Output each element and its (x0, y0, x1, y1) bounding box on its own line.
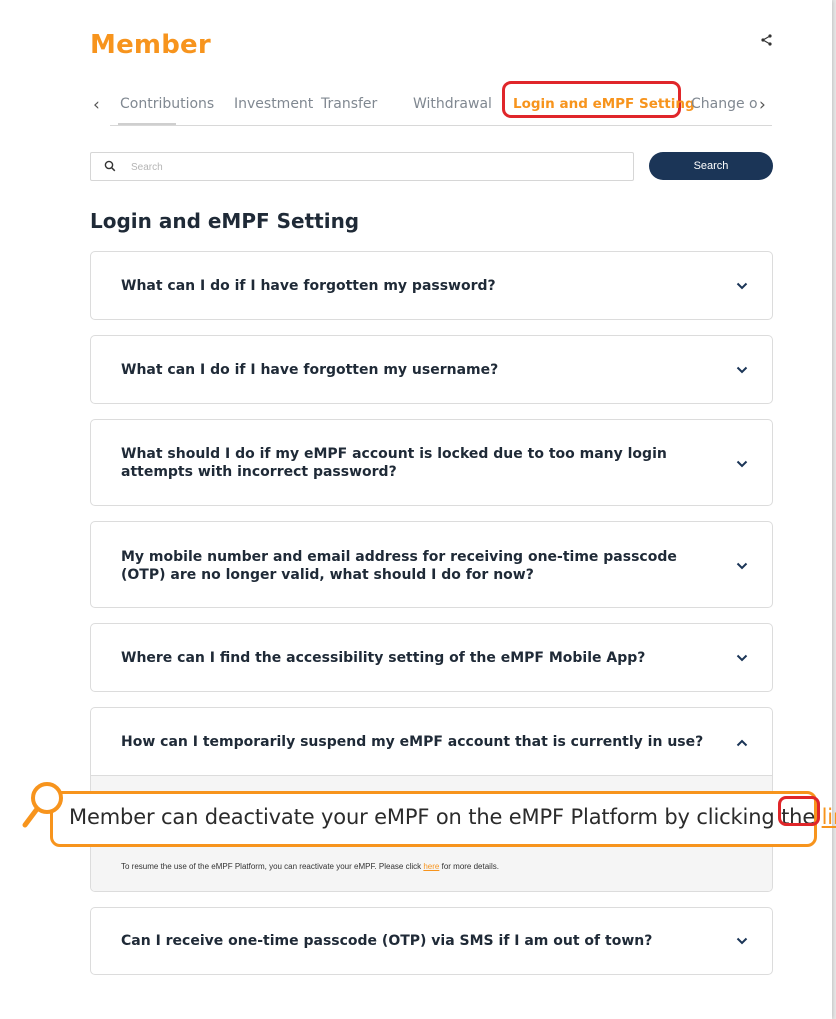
tabs-next-arrow-icon[interactable]: › (759, 95, 766, 115)
share-icon[interactable] (760, 33, 774, 47)
chevron-down-icon[interactable] (736, 366, 748, 374)
tab-login-empf-setting[interactable]: Login and eMPF Setting (513, 96, 695, 112)
chevron-up-icon[interactable] (736, 739, 748, 747)
faq-item[interactable]: What can I do if I have forgotten my pas… (90, 251, 773, 320)
faq-item[interactable]: What should I do if my eMPF account is l… (90, 419, 773, 506)
search-input[interactable] (129, 157, 619, 177)
section-title: Login and eMPF Setting (90, 209, 360, 233)
faq-question: Where can I find the accessibility setti… (121, 650, 646, 666)
faq-question: What can I do if I have forgotten my pas… (121, 278, 496, 294)
search-button[interactable]: Search (649, 152, 773, 180)
answer-text-small: To resume the use of the eMPF Platform, … (121, 862, 499, 871)
chevron-down-icon[interactable] (736, 460, 748, 468)
faq-question: What can I do if I have forgotten my use… (121, 362, 499, 378)
chevron-down-icon[interactable] (736, 937, 748, 945)
tab-transfer[interactable]: Transfer (321, 96, 377, 112)
faq-item[interactable]: Can I receive one-time passcode (OTP) vi… (90, 907, 773, 975)
faq-item[interactable]: What can I do if I have forgotten my use… (90, 335, 773, 404)
tab-investment[interactable]: Investment (234, 96, 313, 112)
faq-question: What should I do if my eMPF account is l… (121, 446, 667, 480)
category-tabs: ‹ Contributions Investment Transfer With… (90, 81, 772, 126)
answer-small-end: for more details. (439, 862, 499, 871)
search-icon (104, 160, 116, 172)
answer-small-text: To resume the use of the eMPF Platform, … (121, 862, 424, 871)
chevron-down-icon[interactable] (736, 562, 748, 570)
link-highlight-box (778, 796, 820, 826)
faq-item[interactable]: Where can I find the accessibility setti… (90, 623, 773, 692)
faq-item[interactable]: My mobile number and email address for r… (90, 521, 773, 608)
magnifier-icon (22, 782, 63, 828)
here-link[interactable]: here (423, 862, 439, 871)
tab-change-of[interactable]: Change o (691, 96, 759, 112)
deactivate-link[interactable]: link (822, 805, 836, 829)
answer-main-text: Member can deactivate your eMPF on the e… (69, 805, 822, 829)
tab-scroll-indicator (118, 123, 176, 125)
tab-contributions[interactable]: Contributions (120, 96, 214, 112)
callout-answer-text: Member can deactivate your eMPF on the e… (69, 805, 836, 829)
tabs-prev-arrow-icon[interactable]: ‹ (93, 95, 100, 115)
tab-withdrawal[interactable]: Withdrawal (413, 96, 492, 112)
tabs-divider (110, 125, 772, 126)
chevron-down-icon[interactable] (736, 282, 748, 290)
faq-question: Can I receive one-time passcode (OTP) vi… (121, 933, 653, 949)
chevron-down-icon[interactable] (736, 654, 748, 662)
search-field[interactable] (90, 152, 634, 181)
faq-header[interactable]: How can I temporarily suspend my eMPF ac… (91, 708, 772, 776)
faq-question: My mobile number and email address for r… (121, 549, 677, 583)
faq-question: How can I temporarily suspend my eMPF ac… (121, 734, 704, 750)
page-card: Member ‹ Contributions Investment Transf… (0, 0, 836, 1019)
zoom-callout: Member can deactivate your eMPF on the e… (50, 791, 836, 847)
brand-title: Member (90, 30, 211, 60)
